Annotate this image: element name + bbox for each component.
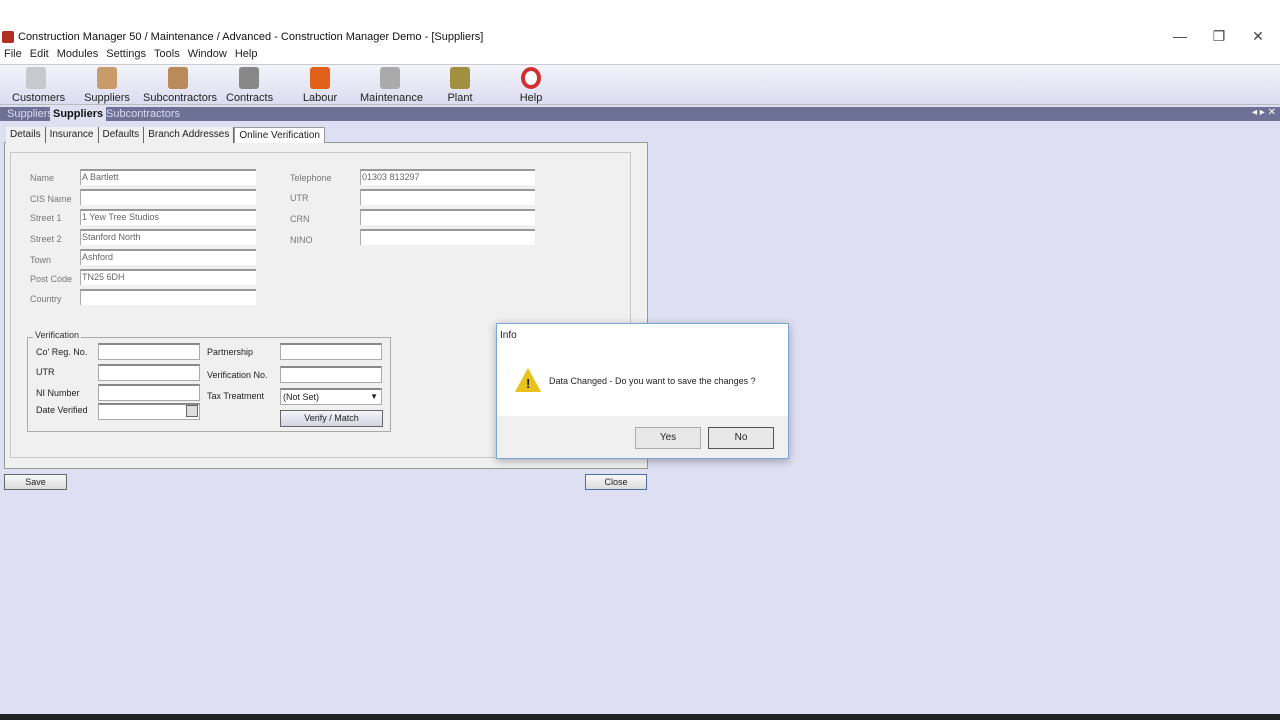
verification-title: Verification bbox=[33, 330, 82, 340]
sub-tabs: Details Insurance Defaults Branch Addres… bbox=[6, 127, 325, 143]
module-tab-subcontractors[interactable]: Subcontractors bbox=[103, 107, 183, 121]
tab-defaults[interactable]: Defaults bbox=[98, 127, 145, 143]
contracts-icon bbox=[239, 67, 259, 89]
tab-next-icon[interactable]: ▸ bbox=[1260, 107, 1265, 118]
town-label: Town bbox=[30, 255, 52, 265]
tab-close-icon[interactable]: ✕ bbox=[1268, 107, 1276, 118]
toolbar-labour[interactable]: Labour bbox=[300, 67, 340, 104]
toolbar-customers[interactable]: Customers bbox=[12, 67, 65, 104]
postcode-field[interactable]: TN25 6DH bbox=[80, 269, 256, 285]
restore-button[interactable]: ❐ bbox=[1209, 28, 1229, 45]
verification-no-label: Verification No. bbox=[207, 370, 268, 380]
close-window-button[interactable]: ✕ bbox=[1248, 28, 1268, 45]
verification-no-field[interactable] bbox=[280, 366, 382, 383]
crn-field[interactable] bbox=[360, 209, 535, 225]
labour-icon bbox=[310, 67, 330, 89]
yes-button[interactable]: Yes bbox=[635, 427, 701, 449]
menu-edit[interactable]: Edit bbox=[26, 47, 53, 64]
country-label: Country bbox=[30, 294, 62, 304]
no-button[interactable]: No bbox=[708, 427, 774, 449]
menu-settings[interactable]: Settings bbox=[102, 47, 150, 64]
name-field[interactable]: A Bartlett bbox=[80, 169, 256, 185]
toolbar-plant[interactable]: Plant bbox=[445, 67, 475, 104]
telephone-label: Telephone bbox=[290, 173, 332, 183]
window-title: Construction Manager 50 / Maintenance / … bbox=[18, 31, 484, 43]
nino-label: NINO bbox=[290, 235, 313, 245]
calendar-icon[interactable] bbox=[186, 405, 198, 417]
module-tab-strip: Suppliers Suppliers Subcontractors bbox=[0, 107, 1280, 121]
co-reg-label: Co' Reg. No. bbox=[36, 347, 88, 357]
customers-icon bbox=[26, 67, 46, 89]
plant-icon bbox=[450, 67, 470, 89]
warning-exclamation: ! bbox=[526, 376, 531, 391]
tab-nav: ◂ ▸ ✕ bbox=[1252, 107, 1276, 118]
telephone-field[interactable]: 01303 813297 bbox=[360, 169, 535, 185]
menu-window[interactable]: Window bbox=[184, 47, 231, 64]
chevron-down-icon: ▼ bbox=[370, 392, 378, 401]
tab-online-verification[interactable]: Online Verification bbox=[234, 127, 325, 143]
street1-field[interactable]: 1 Yew Tree Studios bbox=[80, 209, 256, 225]
toolbar-suppliers[interactable]: Suppliers bbox=[84, 67, 130, 104]
tax-treatment-value: (Not Set) bbox=[283, 392, 320, 402]
save-button[interactable]: Save bbox=[4, 474, 67, 490]
utr-field[interactable] bbox=[360, 189, 535, 205]
co-reg-field[interactable] bbox=[98, 343, 200, 360]
taskbar-edge bbox=[0, 714, 1280, 720]
tax-treatment-label: Tax Treatment bbox=[207, 391, 265, 401]
toolbar-help[interactable]: Help bbox=[516, 67, 546, 104]
crn-label: CRN bbox=[290, 214, 310, 224]
tab-insurance[interactable]: Insurance bbox=[45, 127, 99, 143]
utr-label: UTR bbox=[290, 193, 309, 203]
module-tab-suppliers-active[interactable]: Suppliers bbox=[50, 107, 107, 121]
verif-utr-label: UTR bbox=[36, 367, 55, 377]
maintenance-icon bbox=[380, 67, 400, 89]
verif-utr-field[interactable] bbox=[98, 364, 200, 381]
street1-label: Street 1 bbox=[30, 213, 62, 223]
cis-name-field[interactable] bbox=[80, 189, 256, 205]
partnership-label: Partnership bbox=[207, 347, 254, 357]
toolbar-subcontractors[interactable]: Subcontractors bbox=[143, 67, 217, 104]
ni-number-field[interactable] bbox=[98, 384, 200, 401]
dialog-title: Info bbox=[500, 330, 517, 341]
menu-file[interactable]: File bbox=[0, 47, 26, 64]
verify-match-button[interactable]: Verify / Match bbox=[280, 410, 383, 427]
menu-tools[interactable]: Tools bbox=[150, 47, 184, 64]
street2-field[interactable]: Stanford North bbox=[80, 229, 256, 245]
toolbar-maintenance[interactable]: Maintenance bbox=[360, 67, 423, 104]
street2-label: Street 2 bbox=[30, 234, 62, 244]
date-verified-field[interactable] bbox=[98, 403, 200, 420]
app-icon bbox=[2, 31, 14, 43]
info-dialog: Info ! Data Changed - Do you want to sav… bbox=[496, 323, 789, 459]
country-field[interactable] bbox=[80, 289, 256, 305]
toolbar: Customers Suppliers Subcontractors Contr… bbox=[0, 64, 1280, 105]
help-icon bbox=[521, 67, 541, 89]
subcontractors-icon bbox=[168, 67, 188, 89]
close-button[interactable]: Close bbox=[585, 474, 647, 490]
toolbar-contracts[interactable]: Contracts bbox=[226, 67, 273, 104]
nino-field[interactable] bbox=[360, 229, 535, 245]
cis-name-label: CIS Name bbox=[30, 194, 72, 204]
menu-help[interactable]: Help bbox=[231, 47, 262, 64]
date-verified-label: Date Verified bbox=[36, 405, 88, 415]
ni-number-label: NI Number bbox=[36, 388, 80, 398]
module-tab-suppliers-1[interactable]: Suppliers bbox=[4, 107, 56, 121]
menu-bar: File Edit Modules Settings Tools Window … bbox=[0, 47, 1280, 64]
partnership-field[interactable] bbox=[280, 343, 382, 360]
town-field[interactable]: Ashford bbox=[80, 249, 256, 265]
minimize-button[interactable]: — bbox=[1170, 28, 1190, 44]
dialog-message: Data Changed - Do you want to save the c… bbox=[549, 376, 756, 386]
menu-modules[interactable]: Modules bbox=[53, 47, 103, 64]
postcode-label: Post Code bbox=[30, 274, 73, 284]
suppliers-icon bbox=[97, 67, 117, 89]
tab-prev-icon[interactable]: ◂ bbox=[1252, 107, 1257, 118]
tab-branch-addresses[interactable]: Branch Addresses bbox=[144, 127, 235, 143]
tab-details[interactable]: Details bbox=[6, 127, 46, 143]
name-label: Name bbox=[30, 173, 55, 183]
tax-treatment-select[interactable]: (Not Set) ▼ bbox=[280, 388, 382, 405]
